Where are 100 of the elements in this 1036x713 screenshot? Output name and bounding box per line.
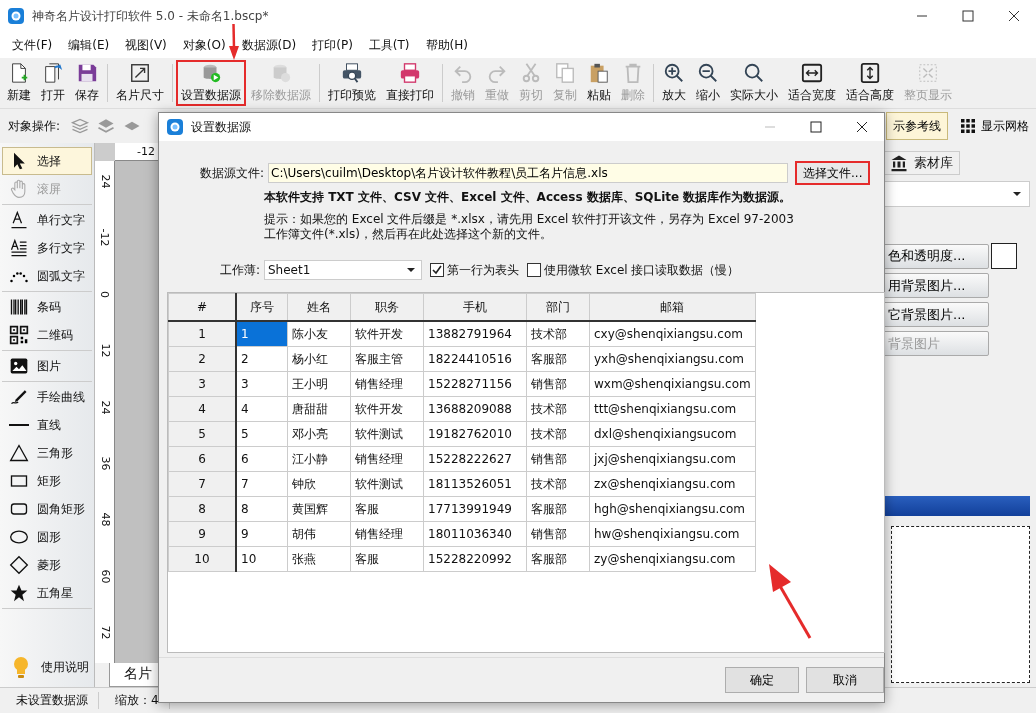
table-cell: 15228220992	[423, 546, 527, 572]
table-cell: 客服	[350, 496, 424, 522]
help-item[interactable]: 使用说明	[2, 650, 92, 684]
column-header[interactable]: #	[168, 293, 236, 321]
table-cell: 软件开发	[350, 396, 424, 422]
table-cell: 胡伟	[287, 521, 351, 547]
tool-item[interactable]: 三角形	[2, 439, 92, 467]
tool-item[interactable]: 五角星	[2, 579, 92, 607]
table-cell: 客服部	[526, 346, 590, 372]
tool-item[interactable]: 圆形	[2, 523, 92, 551]
menu-item[interactable]: 视图(V)	[125, 36, 167, 54]
printer-icon	[399, 62, 421, 84]
row-header[interactable]: 10	[168, 546, 236, 572]
toolbar-button[interactable]: 新建	[2, 60, 36, 106]
tool-item[interactable]: 手绘曲线	[2, 383, 92, 411]
tool-item[interactable]: 多行文字	[2, 234, 92, 262]
row-header[interactable]: 4	[168, 396, 236, 422]
column-header[interactable]: 部门	[526, 293, 590, 321]
row-header[interactable]: 8	[168, 496, 236, 522]
toolbar-button[interactable]: 适合宽度	[783, 60, 841, 106]
bank-icon	[890, 154, 908, 172]
color-swatch[interactable]	[991, 243, 1017, 269]
tool-item[interactable]: 圆角矩形	[2, 495, 92, 523]
menu-item[interactable]: 对象(O)	[182, 36, 226, 54]
file-path-field[interactable]: C:\Users\cuilm\Desktop\名片设计软件教程\员工名片信息.xls	[268, 163, 788, 183]
tool-item[interactable]: 选择	[2, 147, 92, 175]
column-header[interactable]: 职务	[350, 293, 424, 321]
table-cell: 王小明	[287, 371, 351, 397]
tool-item[interactable]: 圆弧文字	[2, 262, 92, 290]
field-label: 工作薄:	[218, 261, 260, 279]
menu-item[interactable]: 打印(P)	[312, 36, 353, 54]
tool-item[interactable]: 直线	[2, 411, 92, 439]
row-header[interactable]: 7	[168, 471, 236, 497]
column-header[interactable]: 手机	[423, 293, 527, 321]
table-cell: 9	[236, 521, 288, 547]
row-header[interactable]: 2	[168, 346, 236, 372]
maximize-icon[interactable]	[810, 121, 822, 133]
row-header[interactable]: 3	[168, 371, 236, 397]
caret-icon	[1013, 192, 1021, 196]
tool-item[interactable]: 单行文字	[2, 206, 92, 234]
table-cell: 客服部	[526, 546, 590, 572]
menu-item[interactable]: 工具(T)	[368, 36, 410, 54]
row-header[interactable]: 5	[168, 421, 236, 447]
toolbar-button[interactable]: 打开	[36, 60, 70, 106]
dialog-button[interactable]: 确定	[725, 667, 799, 693]
toolbar-button[interactable]: 设置数据源	[176, 60, 246, 106]
table-cell: 唐甜甜	[287, 396, 351, 422]
table-cell: 4	[236, 396, 288, 422]
ruler-corner	[95, 143, 115, 161]
column-header[interactable]: 序号	[236, 293, 288, 321]
close-icon[interactable]	[856, 121, 868, 133]
maximize-icon[interactable]	[962, 10, 974, 22]
table-cell: 客服	[350, 546, 424, 572]
menu-item[interactable]: 编辑(E)	[68, 36, 110, 54]
toggle-button[interactable]: 显示网格	[954, 112, 1036, 140]
table-cell: 黄国辉	[287, 496, 351, 522]
toolbar-button[interactable]: 名片尺寸	[111, 60, 169, 106]
tool-item[interactable]: 菱形	[2, 551, 92, 579]
toolbar-button[interactable]: 粘贴	[582, 60, 616, 106]
table-cell: 17713991949	[423, 496, 527, 522]
toolbar-button[interactable]: 放大	[657, 60, 691, 106]
row-header[interactable]: 1	[168, 321, 236, 347]
row-header[interactable]: 9	[168, 521, 236, 547]
workbook-select[interactable]: Sheet1	[264, 260, 422, 280]
open-document-icon	[42, 62, 64, 84]
table-cell: 软件开发	[350, 321, 424, 347]
column-header[interactable]: 姓名	[287, 293, 351, 321]
table-cell: 18011036340	[423, 521, 527, 547]
material-library-tab[interactable]: 素材库	[883, 151, 960, 175]
fit-width-icon	[801, 62, 823, 84]
tool-item[interactable]: 矩形	[2, 467, 92, 495]
tool-item[interactable]: 二维码	[2, 321, 92, 349]
toolbar-button[interactable]: 实际大小	[725, 60, 783, 106]
table-cell: 客服部	[526, 496, 590, 522]
menu-item[interactable]: 文件(F)	[12, 36, 53, 54]
table-cell: 7	[236, 471, 288, 497]
table-cell: 8	[236, 496, 288, 522]
row-header[interactable]: 6	[168, 446, 236, 472]
dialog-button[interactable]: 取消	[806, 667, 884, 693]
checkbox[interactable]	[527, 263, 541, 277]
tool-item[interactable]: 图片	[2, 352, 92, 380]
close-icon[interactable]	[1008, 10, 1020, 22]
choose-file-button[interactable]: 选择文件...	[795, 161, 871, 185]
checkbox[interactable]	[430, 263, 444, 277]
toolbar-button[interactable]: 缩小	[691, 60, 725, 106]
table-cell: 2	[236, 346, 288, 372]
menu-item[interactable]: 数据源(D)	[241, 36, 297, 54]
toolbar-button[interactable]: 直接打印	[381, 60, 439, 106]
ruler-label: 24	[98, 174, 111, 189]
table-cell: 3	[236, 371, 288, 397]
zoom-in-icon	[663, 62, 685, 84]
toolbar-button[interactable]: 打印预览	[323, 60, 381, 106]
table-cell: 销售经理	[350, 521, 424, 547]
ruler-label: 24	[98, 400, 111, 414]
toolbar-button[interactable]: 适合高度	[841, 60, 899, 106]
column-header[interactable]: 邮箱	[589, 293, 756, 321]
tool-item[interactable]: 条码	[2, 293, 92, 321]
toggle-button[interactable]: 示参考线	[886, 112, 948, 140]
menu-item[interactable]: 帮助(H)	[425, 36, 468, 54]
toolbar-button[interactable]: 保存	[70, 60, 104, 106]
